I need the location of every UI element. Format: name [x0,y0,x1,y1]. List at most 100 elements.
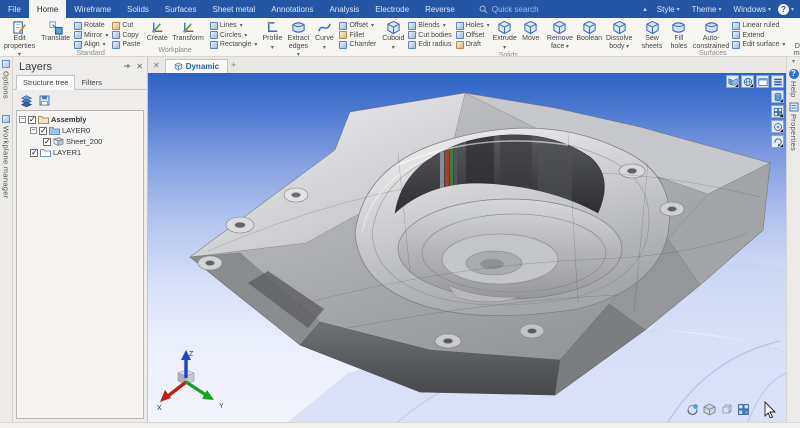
multi-view-button[interactable] [726,75,739,88]
collapse-icon[interactable] [30,127,37,134]
cut-bodies-button[interactable]: Cut bodies [406,31,453,41]
save-icon[interactable] [38,94,51,107]
tree-row-assembly[interactable]: Assembly [19,114,141,125]
paste-button[interactable]: Paste [110,40,142,50]
menubar: File Home Wireframe Solids Surfaces Shee… [0,0,800,18]
edit-radius-button[interactable]: Edit radius [406,40,453,50]
mirror-button[interactable]: Mirror [72,31,110,41]
chamfer-button[interactable]: Chamfer [337,40,378,50]
new-tab-icon[interactable]: + [231,60,236,70]
menu-tab-sheet-metal[interactable]: Sheet metal [205,0,264,18]
linear-ruled-button[interactable]: Linear ruled [730,21,787,31]
tab-filters[interactable]: Filters [75,76,107,89]
viewport-menu-button[interactable] [771,75,784,88]
extrude-button[interactable]: Extrude [492,19,518,52]
viewport-toolbar-top [726,75,784,88]
wireframe-view-button[interactable] [720,403,733,416]
tree-row-sheet-200[interactable]: Sheet_200 [19,136,141,147]
style-menu[interactable]: Style▾ [652,5,685,14]
checkbox[interactable] [39,127,47,135]
menu-tab-home[interactable]: Home [29,0,66,18]
copy-button[interactable]: Copy [110,31,142,41]
menu-tab-file[interactable]: File [0,0,29,18]
fill-holes-button[interactable]: Fill holes [666,19,692,50]
checkbox[interactable] [30,149,38,157]
menu-tab-electrode[interactable]: Electrode [367,0,417,18]
chevron-down-icon[interactable]: ▾ [792,58,795,65]
boolean-button[interactable]: Boolean [576,19,602,43]
chevron-down-icon: ▾ [768,6,771,13]
edit-surface-button[interactable]: Edit surface [730,40,787,50]
holes-button[interactable]: Holes [454,21,492,31]
cuboid-icon [386,20,401,35]
chevron-down-icon: ▾ [791,6,794,13]
menu-tab-analysis[interactable]: Analysis [321,0,367,18]
section-view-button[interactable] [771,90,784,103]
menu-tab-reverse[interactable]: Reverse [417,0,463,18]
orbit-button[interactable] [686,403,699,416]
rail-tab-help[interactable]: ? Help [789,69,799,98]
theme-menu[interactable]: Theme▾ [687,5,727,14]
pin-icon[interactable] [123,63,131,71]
dissolve-body-button[interactable]: Dissolve body [602,19,636,51]
move-button[interactable]: Move [518,19,544,43]
lines-button[interactable]: Lines [208,21,260,31]
orbit-mode-button[interactable] [771,120,784,133]
cuboid-button[interactable]: Cuboid [380,19,406,52]
curve-button[interactable]: Curve [311,19,337,52]
edit-properties-button[interactable]: Edit properties [2,19,37,57]
shaded-view-button[interactable] [703,403,716,416]
view-orient-button[interactable] [741,75,754,88]
auto-constrained-button[interactable]: Auto-constrained [692,19,731,50]
rotate-button[interactable]: Rotate [72,21,110,31]
align-button[interactable]: Align [72,40,110,50]
create-workplane-button[interactable]: Create [144,19,170,43]
menu-tab-wireframe[interactable]: Wireframe [66,0,119,18]
circles-button[interactable]: Circles [208,31,260,41]
help-icon[interactable]: ? [778,4,789,15]
extend-button[interactable]: Extend [730,31,787,41]
collapse-ribbon-icon[interactable]: ▴ [640,5,650,13]
extract-edges-button[interactable]: Extract edges [285,19,311,57]
3d-viewport[interactable]: X Y Z [148,73,786,422]
chamfer-icon [339,41,347,49]
search-placeholder: Quick search [492,5,539,14]
draft-button[interactable]: Draft [454,40,492,50]
rotate-view-button[interactable] [771,135,784,148]
document-tab-dynamic[interactable]: Dynamic [165,59,228,73]
window-button[interactable] [756,75,769,88]
checkbox[interactable] [28,116,36,124]
snap-grid-button[interactable] [771,105,784,118]
collapse-icon[interactable] [19,116,26,123]
close-panel-icon[interactable]: ✕ [136,63,143,71]
transform-workplane-button[interactable]: Transform [170,19,206,43]
rail-tab-workplane-manager[interactable]: Workplane manager [2,115,11,199]
layers-icon[interactable] [20,94,33,107]
translate-button[interactable]: Translate [39,19,72,43]
close-document-icon[interactable]: ✕ [151,61,162,70]
quick-search[interactable]: Quick search [479,0,539,18]
menu-tab-surfaces[interactable]: Surfaces [157,0,205,18]
fillet-icon [339,31,347,39]
fillet-button[interactable]: Fillet [337,31,378,41]
offset-button[interactable]: Offset [337,21,378,31]
blends-button[interactable]: Blends [406,21,453,31]
tab-structure-tree[interactable]: Structure tree [16,75,75,90]
rectangle-button[interactable]: Rectangle [208,40,260,50]
windows-menu[interactable]: Windows▾ [729,5,776,14]
ribbon-group-standard: Translate Rotate Mirror Align Cut Copy P… [39,19,142,56]
cut-button[interactable]: Cut [110,21,142,31]
menu-tab-solids[interactable]: Solids [119,0,157,18]
2d-drawing-manager-button[interactable]: 2D Drawing manager [789,19,800,57]
checkbox[interactable] [43,138,51,146]
rail-tab-properties[interactable]: Properties [789,102,799,151]
offset-solid-button[interactable]: Offset [454,31,492,41]
remove-face-button[interactable]: Remove face [544,19,577,51]
tree-row-layer1[interactable]: LAYER1 [19,147,141,158]
menu-tab-annotations[interactable]: Annotations [263,0,321,18]
rail-tab-options[interactable]: Options [2,60,11,99]
profile-button[interactable]: Profile [259,19,285,52]
sew-sheets-button[interactable]: Sew sheets [638,19,666,50]
split-view-button[interactable] [737,403,750,416]
tree-row-layer0[interactable]: LAYER0 [19,125,141,136]
